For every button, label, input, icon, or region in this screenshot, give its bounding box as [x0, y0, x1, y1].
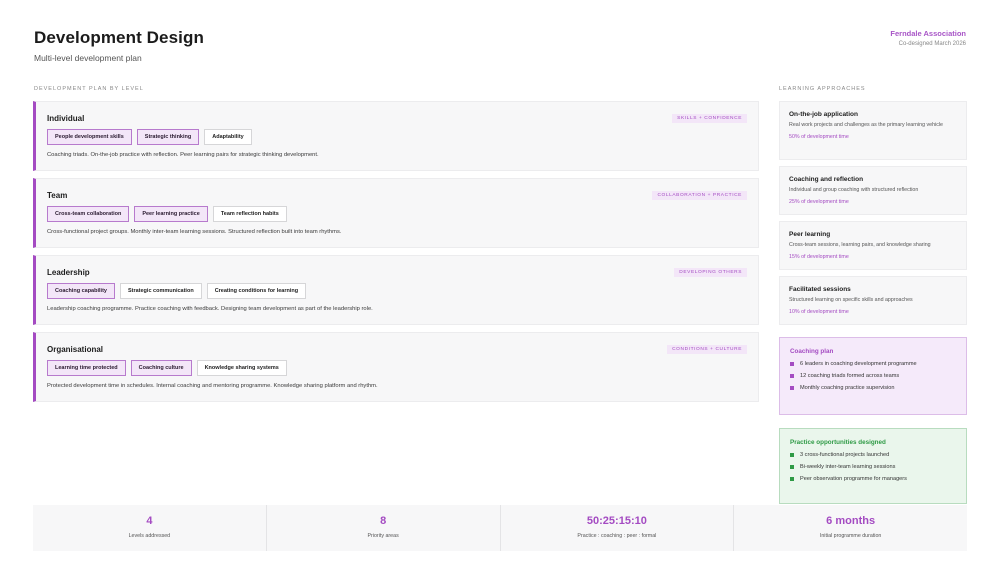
- level-badge: Skills + confidence: [672, 114, 747, 123]
- approach-description: Cross-team sessions, learning pairs, and…: [789, 242, 931, 248]
- approach-card-coaching[interactable]: Coaching and reflection Individual and g…: [779, 166, 967, 215]
- chip[interactable]: Coaching capability: [47, 283, 115, 299]
- list-item: 6 leaders in coaching development progra…: [790, 361, 956, 367]
- stat-label: Levels addressed: [128, 533, 171, 539]
- approach-share: 25% of development time: [789, 198, 849, 205]
- approach-description: Real work projects and challenges as the…: [789, 122, 943, 128]
- approaches-section-label: Learning approaches: [779, 86, 866, 92]
- practice-opportunities-box: Practice opportunities designed 3 cross-…: [779, 428, 967, 504]
- level-description: Cross-functional project groups. Monthly…: [47, 229, 342, 235]
- stat-value: 6 months: [826, 515, 876, 527]
- chip[interactable]: Team reflection habits: [212, 206, 287, 222]
- stat-label: Initial programme duration: [819, 533, 882, 539]
- stat-value: 8: [380, 515, 387, 527]
- bullet-square-icon: [790, 362, 794, 366]
- org-date: Co-designed March 2026: [898, 41, 966, 47]
- development-design-page: Development Design Multi-level developme…: [0, 0, 1000, 562]
- level-badge: Developing others: [674, 268, 747, 277]
- chip[interactable]: Adaptability: [204, 129, 252, 145]
- chip-group: Learning time protected Coaching culture…: [47, 360, 287, 376]
- level-card-leadership[interactable]: Leadership Developing others Coaching ca…: [33, 255, 759, 325]
- levels-section-label: Development plan by level: [34, 86, 144, 92]
- chip[interactable]: Creating conditions for learning: [206, 283, 307, 299]
- chip[interactable]: Peer learning practice: [134, 206, 208, 222]
- approach-title: Peer learning: [789, 231, 831, 238]
- chip[interactable]: Coaching culture: [130, 360, 192, 376]
- chip[interactable]: Learning time protected: [47, 360, 126, 376]
- stat-value: 4: [146, 515, 153, 527]
- list-item: 12 coaching triads formed across teams: [790, 373, 956, 379]
- coaching-plan-box: Coaching plan 6 leaders in coaching deve…: [779, 337, 967, 415]
- stats-bar: 4 Levels addressed 8 Priority areas 50:2…: [33, 505, 967, 551]
- level-description: Leadership coaching programme. Practice …: [47, 306, 373, 312]
- chip[interactable]: Cross-team collaboration: [47, 206, 130, 222]
- bullet-square-icon: [790, 386, 794, 390]
- chip[interactable]: Strategic thinking: [136, 129, 200, 145]
- approach-share: 50% of development time: [789, 133, 849, 140]
- approach-title: On-the-job application: [789, 111, 858, 118]
- org-info: Ferndale Association Co-designed March 2…: [890, 29, 966, 47]
- list-item: Bi-weekly inter-team learning sessions: [790, 464, 956, 470]
- page-subtitle: Multi-level development plan: [34, 53, 142, 63]
- bullet-square-icon: [790, 477, 794, 481]
- stat-priority-areas: 8 Priority areas: [267, 505, 501, 551]
- stat-label: Priority areas: [367, 533, 399, 539]
- level-title: Leadership: [47, 268, 90, 277]
- approach-card-peer[interactable]: Peer learning Cross-team sessions, learn…: [779, 221, 967, 270]
- level-card-individual[interactable]: Individual Skills + confidence People de…: [33, 101, 759, 171]
- level-title: Organisational: [47, 345, 104, 354]
- level-description: Coaching triads. On-the-job practice wit…: [47, 152, 319, 158]
- chip-group: People development skills Strategic thin…: [47, 129, 252, 145]
- stat-label: Practice : coaching : peer : formal: [577, 533, 657, 539]
- level-card-organisational[interactable]: Organisational Conditions + culture Lear…: [33, 332, 759, 402]
- chip-group: Coaching capability Strategic communicat…: [47, 283, 307, 299]
- approach-share: 15% of development time: [789, 253, 849, 260]
- level-badge: Conditions + culture: [667, 345, 747, 354]
- approach-description: Structured learning on specific skills a…: [789, 297, 913, 303]
- approach-title: Facilitated sessions: [789, 286, 851, 293]
- level-title: Team: [47, 191, 68, 200]
- stat-duration: 6 months Initial programme duration: [734, 505, 967, 551]
- approach-list: On-the-job application Real work project…: [779, 101, 967, 331]
- approach-description: Individual and group coaching with struc…: [789, 187, 919, 193]
- level-card-team[interactable]: Team Collaboration + practice Cross-team…: [33, 178, 759, 248]
- stat-ratio: 50:25:15:10 Practice : coaching : peer :…: [501, 505, 735, 551]
- bullet-square-icon: [790, 465, 794, 469]
- approach-card-on-the-job[interactable]: On-the-job application Real work project…: [779, 101, 967, 160]
- coaching-plan-list: 6 leaders in coaching development progra…: [790, 361, 956, 391]
- approach-share: 10% of development time: [789, 308, 849, 315]
- org-name[interactable]: Ferndale Association: [890, 29, 966, 38]
- list-item: 3 cross-functional projects launched: [790, 452, 956, 458]
- practice-list: 3 cross-functional projects launched Bi-…: [790, 452, 956, 482]
- stat-levels: 4 Levels addressed: [33, 505, 267, 551]
- bullet-square-icon: [790, 374, 794, 378]
- chip[interactable]: People development skills: [47, 129, 132, 145]
- approach-card-facilitated[interactable]: Facilitated sessions Structured learning…: [779, 276, 967, 325]
- level-title: Individual: [47, 114, 85, 123]
- chip[interactable]: Knowledge sharing systems: [196, 360, 287, 376]
- level-description: Protected development time in schedules.…: [47, 383, 378, 389]
- stat-value: 50:25:15:10: [586, 515, 647, 527]
- list-item: Monthly coaching practice supervision: [790, 385, 956, 391]
- practice-title: Practice opportunities designed: [790, 439, 886, 446]
- approach-title: Coaching and reflection: [789, 176, 864, 183]
- chip[interactable]: Strategic communication: [119, 283, 202, 299]
- list-item: Peer observation programme for managers: [790, 476, 956, 482]
- chip-group: Cross-team collaboration Peer learning p…: [47, 206, 287, 222]
- coaching-plan-title: Coaching plan: [790, 348, 834, 355]
- page-title: Development Design: [34, 28, 204, 47]
- bullet-square-icon: [790, 453, 794, 457]
- level-list: Individual Skills + confidence People de…: [33, 101, 759, 409]
- level-badge: Collaboration + practice: [652, 191, 747, 200]
